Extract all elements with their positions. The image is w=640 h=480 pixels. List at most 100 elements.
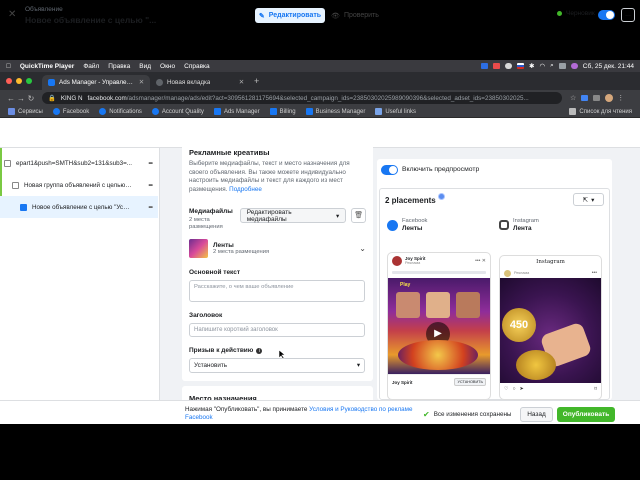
reading-list-label: Список для чтения bbox=[579, 108, 632, 115]
click-highlight bbox=[438, 193, 445, 200]
share-icon[interactable]: ➤ bbox=[520, 386, 524, 392]
tab-close-icon[interactable]: ✕ bbox=[239, 79, 244, 86]
menu-edit[interactable]: Правка bbox=[108, 63, 130, 70]
ad-enable-toggle[interactable] bbox=[598, 10, 615, 20]
save-bookmark-icon[interactable]: ⌑ bbox=[594, 386, 597, 392]
share-preview-button[interactable]: ⇱ ▾ bbox=[573, 193, 604, 206]
more-icon[interactable]: ••• bbox=[148, 160, 153, 167]
facebook-feed-preview[interactable]: Joy Spirit Реклама ••• ✕ Play ▶ Joy Spir… bbox=[387, 252, 491, 400]
bookmark-label: Сервисы bbox=[18, 108, 43, 115]
bookmark-business-manager[interactable]: Business Manager bbox=[305, 108, 365, 115]
bookmark-facebook[interactable]: Facebook bbox=[52, 108, 89, 115]
back-button[interactable]: Назад bbox=[520, 407, 553, 422]
bookmark-label: Ads Manager bbox=[223, 108, 260, 115]
reading-list[interactable]: Список для чтения bbox=[569, 108, 632, 115]
ig-sponsored: Реклама bbox=[514, 271, 530, 275]
caret-down-icon: ▾ bbox=[591, 196, 595, 204]
bookmark-ads-manager[interactable]: Ads Manager bbox=[213, 108, 260, 115]
extension-icon[interactable] bbox=[581, 95, 589, 101]
mac-menu-bar:  QuickTime Player Файл Правка Вид Окно … bbox=[0, 60, 640, 72]
tab-new-tab[interactable]: Новая вкладка ✕ bbox=[150, 75, 250, 90]
comment-icon[interactable]: ○ bbox=[512, 386, 515, 392]
bluetooth-icon[interactable]: ✱ bbox=[529, 62, 534, 70]
record-status-icon[interactable] bbox=[493, 63, 501, 69]
tree-ad-item[interactable]: Новое объявление с целью "Уста... ••• bbox=[0, 196, 158, 218]
more-icon[interactable]: ••• bbox=[148, 204, 153, 211]
cta-label: Призыв к действию bbox=[189, 347, 254, 354]
new-tab-favicon-icon bbox=[156, 79, 163, 86]
control-center-icon[interactable] bbox=[558, 63, 566, 69]
delete-trash-icon[interactable]: 🗑 bbox=[351, 208, 366, 223]
tree-adset-item[interactable]: Новая группа объявлений с целью "... ••• bbox=[0, 174, 158, 196]
browser-tab-strip: Ads Manager - Управление р ✕ Новая вклад… bbox=[0, 72, 640, 90]
bookmarks-bar: Сервисы Facebook Notifications Account Q… bbox=[0, 106, 640, 118]
apple-icon[interactable]:  bbox=[6, 63, 11, 70]
preview-toggle[interactable] bbox=[381, 165, 398, 175]
fb-post-menu-icon[interactable]: ••• ✕ bbox=[475, 258, 486, 264]
window-minimize-button[interactable] bbox=[16, 78, 22, 84]
review-mode-button[interactable]: 👁 Проверить bbox=[330, 8, 380, 23]
browser-menu-icon[interactable]: ⋮ bbox=[617, 94, 624, 102]
window-zoom-button[interactable] bbox=[26, 78, 32, 84]
instagram-feed-preview[interactable]: Instagram Реклама ••• 450 ♡ ○ ➤ ⌑ bbox=[499, 255, 602, 400]
chevron-down-icon[interactable]: ⌄ bbox=[359, 244, 366, 253]
instagram-icon bbox=[499, 220, 509, 230]
ig-account-avatar bbox=[504, 269, 511, 277]
menu-file[interactable]: Файл bbox=[83, 63, 99, 70]
menu-view[interactable]: Вид bbox=[139, 63, 151, 70]
wifi-icon[interactable]: ◠ bbox=[539, 62, 545, 70]
tab-label: Новая вкладка bbox=[167, 79, 211, 86]
feed-placement-row[interactable]: Ленты 2 места размещения ⌄ bbox=[189, 239, 366, 258]
info-icon[interactable]: i bbox=[256, 347, 263, 354]
bookmark-star-icon[interactable]: ☆ bbox=[570, 94, 576, 102]
tree-campaign-item[interactable]: epart1&push=SMTH&sub2=131&sub3=... ••• bbox=[0, 152, 158, 174]
window-close-button[interactable] bbox=[6, 78, 12, 84]
more-icon[interactable]: ••• bbox=[148, 182, 153, 189]
more-options-button[interactable]: ... bbox=[621, 8, 635, 22]
back-arrow-icon[interactable]: ← bbox=[6, 94, 16, 103]
bookmark-notifications[interactable]: Notifications bbox=[99, 108, 142, 115]
primary-text-input[interactable]: Расскажите, о чем ваше объявление bbox=[189, 280, 365, 302]
publish-button[interactable]: Опубликовать bbox=[557, 407, 615, 422]
profile-avatar[interactable] bbox=[605, 94, 614, 102]
bookmark-account-quality[interactable]: Account Quality bbox=[151, 108, 204, 115]
edit-mode-button[interactable]: ✎ Редактировать bbox=[255, 8, 325, 23]
url-bar[interactable]: 🔒 KING N facebook.com /adsmanager/manage… bbox=[42, 92, 562, 104]
menubar-clock[interactable]: Сб, 25 дек. 21:44 bbox=[583, 63, 634, 70]
fb-cta-button[interactable]: УСТАНОВИТЬ bbox=[454, 378, 486, 386]
bookmark-billing[interactable]: Billing bbox=[269, 108, 296, 115]
forward-arrow-icon[interactable]: → bbox=[16, 94, 26, 103]
fb-sponsored: Реклама bbox=[405, 261, 421, 265]
save-status-label: Все изменения сохранены bbox=[433, 411, 512, 418]
close-icon[interactable]: ✕ bbox=[8, 9, 16, 20]
heart-icon[interactable]: ♡ bbox=[504, 386, 508, 392]
reload-icon[interactable]: ↻ bbox=[26, 94, 36, 103]
menu-help[interactable]: Справка bbox=[184, 63, 210, 70]
facebook-placement-label: Facebook Ленты bbox=[387, 218, 427, 232]
new-tab-plus-icon[interactable]: + bbox=[254, 76, 259, 86]
tab-close-icon[interactable]: ✕ bbox=[139, 79, 144, 86]
language-flag-icon[interactable] bbox=[517, 63, 525, 69]
puzzle-extensions-icon[interactable] bbox=[593, 95, 601, 101]
siri-icon[interactable] bbox=[570, 63, 578, 69]
folder-icon bbox=[375, 108, 383, 115]
ig-post-menu-icon[interactable]: ••• bbox=[592, 270, 597, 276]
search-icon[interactable]: ⌕ bbox=[550, 62, 554, 70]
bookmark-services[interactable]: Сервисы bbox=[8, 108, 43, 115]
sync-status-icon[interactable] bbox=[505, 63, 513, 69]
bookmark-useful-links[interactable]: Useful links bbox=[375, 108, 416, 115]
campaign-tree: epart1&push=SMTH&sub2=131&sub3=... ••• Н… bbox=[0, 148, 160, 400]
ad-creative-card: Рекламные креативы Выберите медиафайлы, … bbox=[182, 140, 373, 381]
apps-grid-icon bbox=[8, 108, 15, 115]
edit-media-button[interactable]: Редактировать медиафайлы ▾ bbox=[239, 208, 347, 223]
menu-app-name[interactable]: QuickTime Player bbox=[20, 63, 74, 70]
tab-ads-manager[interactable]: Ads Manager - Управление р ✕ bbox=[42, 75, 150, 90]
draft-status: Черновик bbox=[557, 10, 595, 17]
cta-select-value: Установить bbox=[194, 362, 228, 369]
menu-window[interactable]: Окно bbox=[160, 63, 175, 70]
headline-input[interactable]: Напишите короткий заголовок bbox=[189, 322, 365, 337]
app-status-icon[interactable] bbox=[481, 63, 489, 69]
cta-select[interactable]: Установить ▾ bbox=[189, 358, 365, 373]
checkmark-icon: ✔ bbox=[423, 410, 430, 419]
learn-more-link[interactable]: Подробнее bbox=[229, 186, 262, 193]
